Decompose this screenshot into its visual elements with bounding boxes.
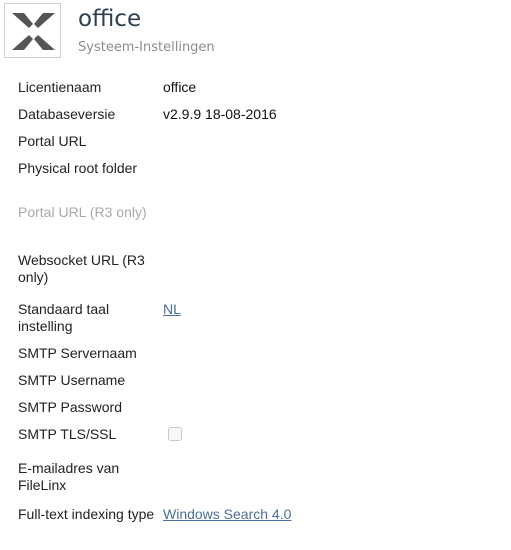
setting-label: Databaseversie xyxy=(18,106,116,122)
setting-label: Standaard taal instelling xyxy=(18,301,110,334)
page-subtitle: Systeem-Instellingen xyxy=(78,40,215,55)
setting-label: Physical root folder xyxy=(18,160,138,176)
fulltext-indexing-link[interactable]: Windows Search 4.0 xyxy=(163,506,291,523)
setting-value: v2.9.9 18-08-2016 xyxy=(163,106,277,122)
app-logo xyxy=(4,3,61,58)
setting-label: Full-text indexing type xyxy=(18,506,155,522)
setting-label: SMTP Servernaam xyxy=(18,345,137,361)
default-language-link[interactable]: NL xyxy=(163,301,181,318)
setting-label: E-mailadres van FileLinx xyxy=(18,460,120,493)
setting-value: office xyxy=(163,79,197,95)
setting-label: SMTP Password xyxy=(18,399,122,415)
setting-label: SMTP TLS/SSL xyxy=(18,426,117,442)
setting-label: Websocket URL (R3 only) xyxy=(18,252,145,285)
setting-label: SMTP Username xyxy=(18,372,126,388)
setting-label: Licentienaam xyxy=(18,79,102,95)
filelinx-x-logo-icon xyxy=(12,13,55,50)
setting-label: Portal URL (R3 only) xyxy=(18,204,147,220)
setting-label: Portal URL xyxy=(18,133,87,149)
page-title: office xyxy=(78,6,142,32)
smtp-tls-ssl-checkbox[interactable] xyxy=(168,427,182,441)
app-header: office Systeem-Instellingen xyxy=(4,3,504,61)
